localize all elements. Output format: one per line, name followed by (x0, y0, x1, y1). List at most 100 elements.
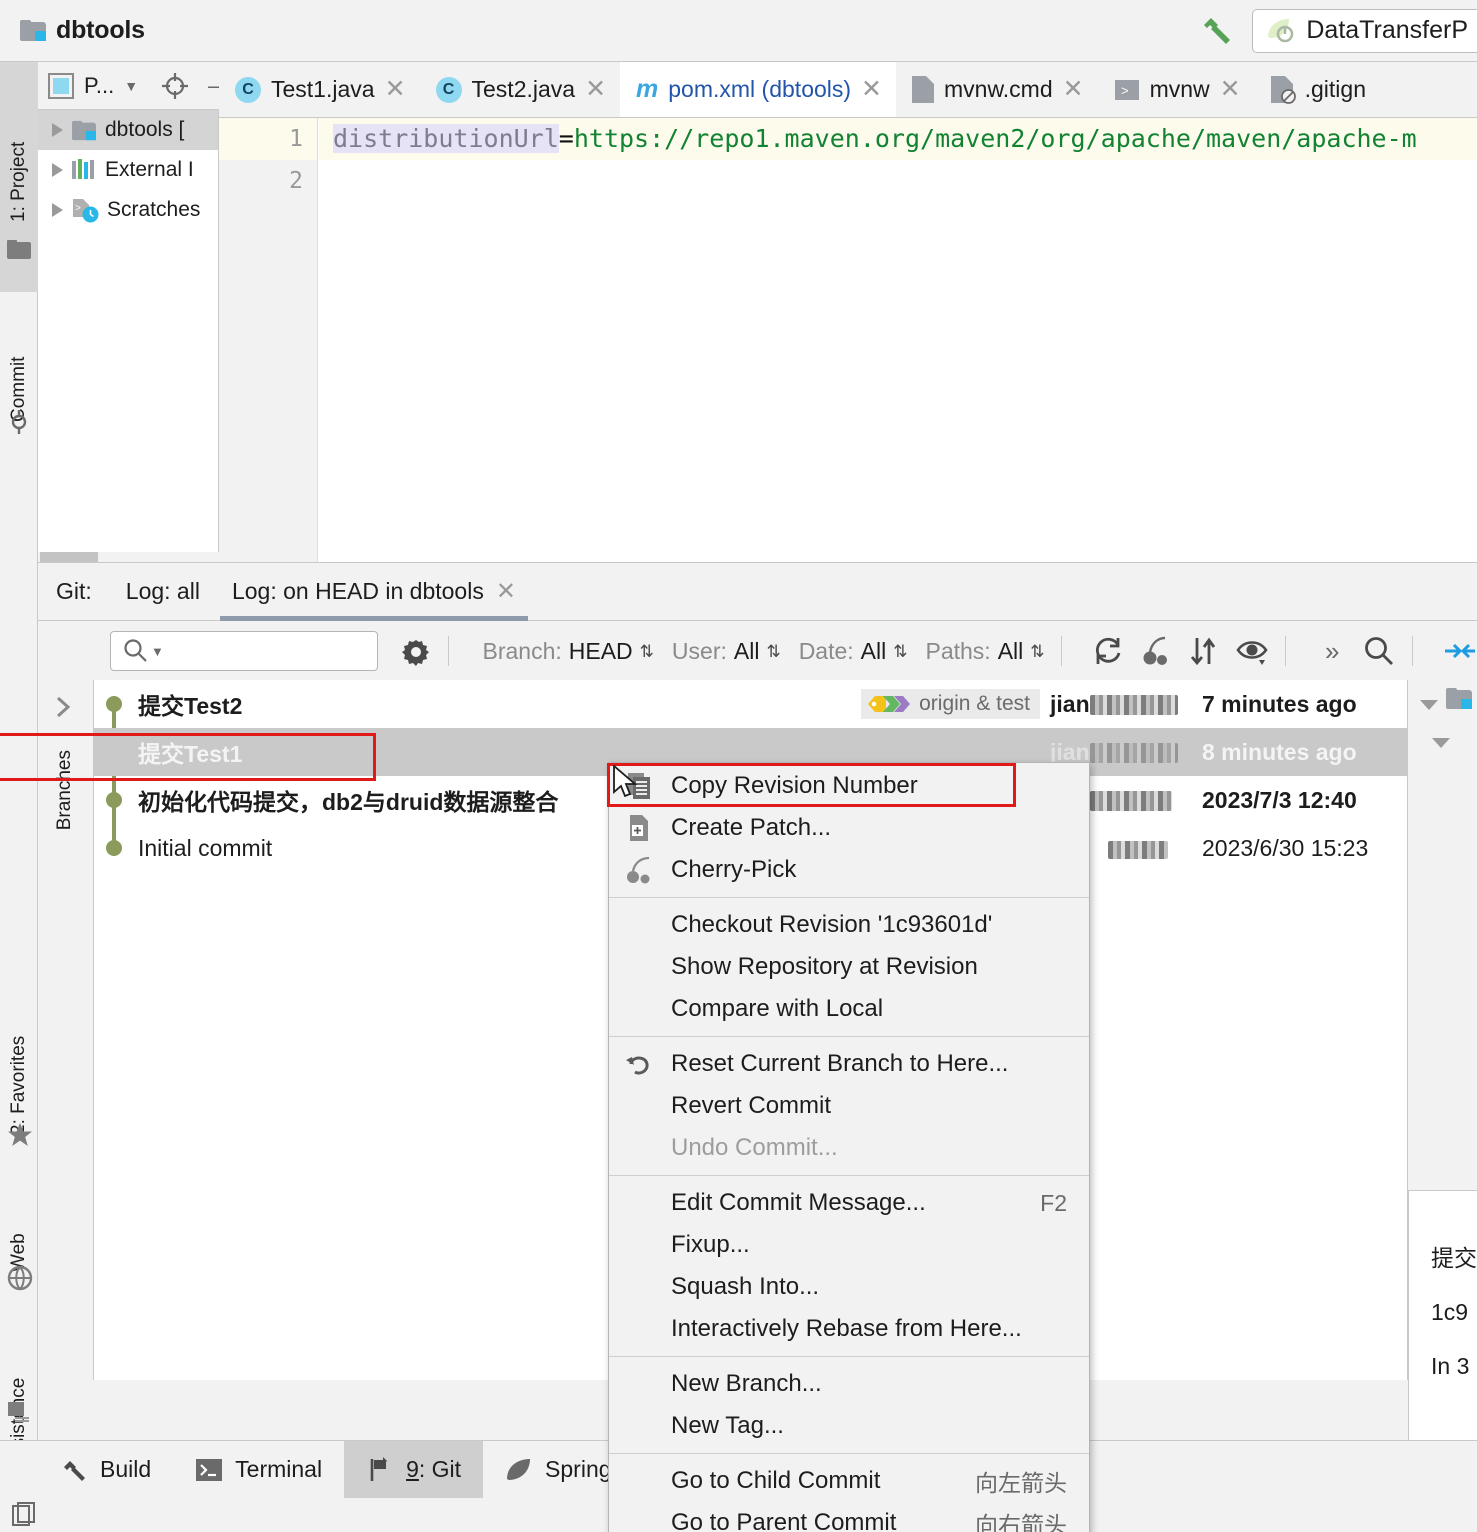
tab-label: Test1.java (271, 76, 375, 102)
editor-tab-test1[interactable]: C Test1.java ✕ (219, 62, 420, 117)
menu-item-label: Copy Revision Number (671, 772, 918, 799)
persistence-icon (7, 1400, 31, 1424)
scratches-icon: > (71, 197, 99, 223)
editor-tab-pom-xml[interactable]: m pom.xml (dbtools) ✕ (620, 62, 896, 117)
menu-item-create-patch[interactable]: Create Patch... (609, 807, 1089, 849)
filter-value: All (997, 637, 1024, 664)
project-title: dbtools (20, 16, 145, 45)
spring-leaf-icon (1265, 17, 1295, 45)
search-input[interactable]: ▼ (110, 631, 378, 671)
bottom-item-build[interactable]: Build (38, 1441, 173, 1499)
menu-item-new-branch[interactable]: New Branch... (609, 1363, 1089, 1405)
spinner-icon[interactable]: ⇅ (640, 643, 654, 660)
editor-text-area[interactable]: distributionUrl=https://repo1.maven.org/… (319, 118, 1477, 562)
tree-item-external-libraries[interactable]: External I (38, 150, 218, 190)
details-stat: In 3 (1431, 1353, 1470, 1379)
menu-item-label: Fixup... (671, 1231, 750, 1258)
project-tree-hscrollbar[interactable] (38, 552, 219, 562)
refresh-icon[interactable] (1091, 634, 1125, 668)
editor-tab-mvnw-cmd[interactable]: mvnw.cmd ✕ (896, 62, 1098, 117)
close-icon[interactable]: ✕ (585, 77, 606, 102)
chevron-down-icon[interactable]: ▼ (124, 78, 138, 94)
filter-date[interactable]: Date: All ⇅ (799, 638, 908, 665)
hammer-icon[interactable] (1196, 11, 1236, 51)
menu-item-cherry-pick[interactable]: Cherry-Pick (609, 849, 1089, 891)
cherry-pick-icon[interactable] (1139, 634, 1173, 668)
menu-item-label: Create Patch... (671, 814, 832, 841)
menu-item-revert-commit[interactable]: Revert Commit (609, 1085, 1089, 1127)
menu-item-compare-with-local[interactable]: Compare with Local (609, 988, 1089, 1030)
bottom-item-label: Terminal (235, 1456, 323, 1482)
terminal-icon (195, 1457, 223, 1483)
filter-paths[interactable]: Paths: All ⇅ (925, 638, 1044, 665)
sidebar-item-favorites[interactable]: 2: Favorites (0, 960, 38, 1135)
tree-item-scratches[interactable]: > Scratches (38, 190, 218, 230)
close-icon[interactable]: ✕ (496, 577, 516, 606)
menu-item-go-to-parent-commit[interactable]: Go to Parent Commit 向右箭头 (609, 1502, 1089, 1532)
menu-item-accel: 向右箭头 (975, 1512, 1067, 1532)
menu-item-checkout-revision[interactable]: Checkout Revision '1c93601d' (609, 904, 1089, 946)
git-tab-label: Log: on HEAD in dbtools (231, 578, 484, 604)
editor-tab-gitignore[interactable]: .gitign (1255, 62, 1380, 117)
bottom-item-terminal[interactable]: Terminal (173, 1441, 344, 1499)
filter-branch[interactable]: Branch: HEAD ⇅ (483, 638, 654, 665)
gear-icon[interactable] (400, 635, 432, 667)
menu-item-interactively-rebase[interactable]: Interactively Rebase from Here... (609, 1308, 1089, 1350)
spinner-icon[interactable]: ⇅ (1030, 643, 1044, 660)
chevron-down-icon[interactable] (1416, 692, 1442, 718)
locate-icon[interactable] (160, 71, 190, 101)
git-tab-log-head[interactable]: Log: on HEAD in dbtools ✕ (216, 563, 532, 621)
editor-tab-test2[interactable]: C Test2.java ✕ (420, 62, 621, 117)
chevron-right-icon[interactable] (52, 203, 63, 217)
toolbar-divider (1285, 636, 1287, 666)
reset-icon (623, 1048, 655, 1080)
code-editor[interactable]: 1 2 distributionUrl=https://repo1.maven.… (219, 118, 1477, 562)
chevron-right-icon[interactable] (50, 694, 76, 720)
editor-tab-mvnw[interactable]: > mvnw ✕ (1098, 62, 1255, 117)
close-icon[interactable]: ✕ (1063, 77, 1084, 102)
chevron-down-icon[interactable]: ▼ (151, 644, 164, 659)
branches-side-strip[interactable]: Branches (38, 680, 94, 1380)
menu-item-go-to-child-commit[interactable]: Go to Child Commit 向左箭头 (609, 1460, 1089, 1502)
code-token-value: https://repo1.maven.org/maven2/org/apach… (573, 124, 1417, 153)
menu-item-show-repository-at-revision[interactable]: Show Repository at Revision (609, 946, 1089, 988)
editor-gutter: 1 2 (219, 118, 318, 562)
sort-icon[interactable] (1187, 634, 1221, 668)
tree-item-dbtools[interactable]: dbtools [ (38, 110, 218, 150)
close-icon[interactable]: ✕ (861, 77, 882, 102)
tree-item-label: External I (105, 158, 194, 181)
sidebar-item-project[interactable]: 1: Project (0, 72, 38, 222)
chevron-right-icon[interactable] (52, 163, 63, 177)
git-tab-log-all[interactable]: Log: all (110, 563, 216, 621)
spinner-icon[interactable]: ⇅ (893, 643, 907, 660)
project-view-selector-icon[interactable] (48, 72, 74, 99)
menu-item-reset-current-branch[interactable]: Reset Current Branch to Here... (609, 1043, 1089, 1085)
menu-item-edit-commit-message[interactable]: Edit Commit Message... F2 (609, 1182, 1089, 1224)
menu-item-new-tag[interactable]: New Tag... (609, 1405, 1089, 1447)
sidebar-item-commit[interactable]: Commit (0, 312, 38, 422)
menu-item-fixup[interactable]: Fixup... (609, 1224, 1089, 1266)
filter-user[interactable]: User: All ⇅ (672, 638, 781, 665)
close-icon[interactable]: ✕ (385, 77, 406, 102)
spinner-icon[interactable]: ⇅ (766, 643, 780, 660)
close-icon[interactable]: ✕ (1220, 77, 1241, 102)
run-configuration-selector[interactable]: DataTransferP (1252, 8, 1477, 53)
show-icon[interactable] (1235, 634, 1269, 668)
chevron-down-icon[interactable] (1428, 730, 1454, 756)
menu-item-copy-revision-number[interactable]: Copy Revision Number (609, 765, 1089, 807)
copy-layers-icon[interactable] (12, 1502, 38, 1528)
project-tree[interactable]: dbtools [ External I > Scratches (38, 110, 219, 562)
search-icon[interactable] (1362, 634, 1396, 668)
sidebar-item-web[interactable]: Web (0, 1192, 38, 1272)
chevron-right-icon[interactable] (52, 123, 63, 137)
commit-context-menu[interactable]: Copy Revision Number Create Patch... Che… (608, 762, 1090, 1532)
project-view-selector-label[interactable]: P... (84, 73, 114, 99)
menu-item-squash-into[interactable]: Squash Into... (609, 1266, 1089, 1308)
tree-item-label: Scratches (107, 198, 201, 221)
commit-refs[interactable]: origin & test (861, 689, 1040, 719)
filter-key: Date: (798, 637, 854, 664)
collapse-icon[interactable] (1443, 634, 1477, 668)
bottom-item-git[interactable]: 9: Git (344, 1440, 484, 1499)
more-icon[interactable]: » (1316, 634, 1348, 668)
table-row[interactable]: 提交Test2 origin & test jian 7 minutes ago (94, 680, 1407, 728)
